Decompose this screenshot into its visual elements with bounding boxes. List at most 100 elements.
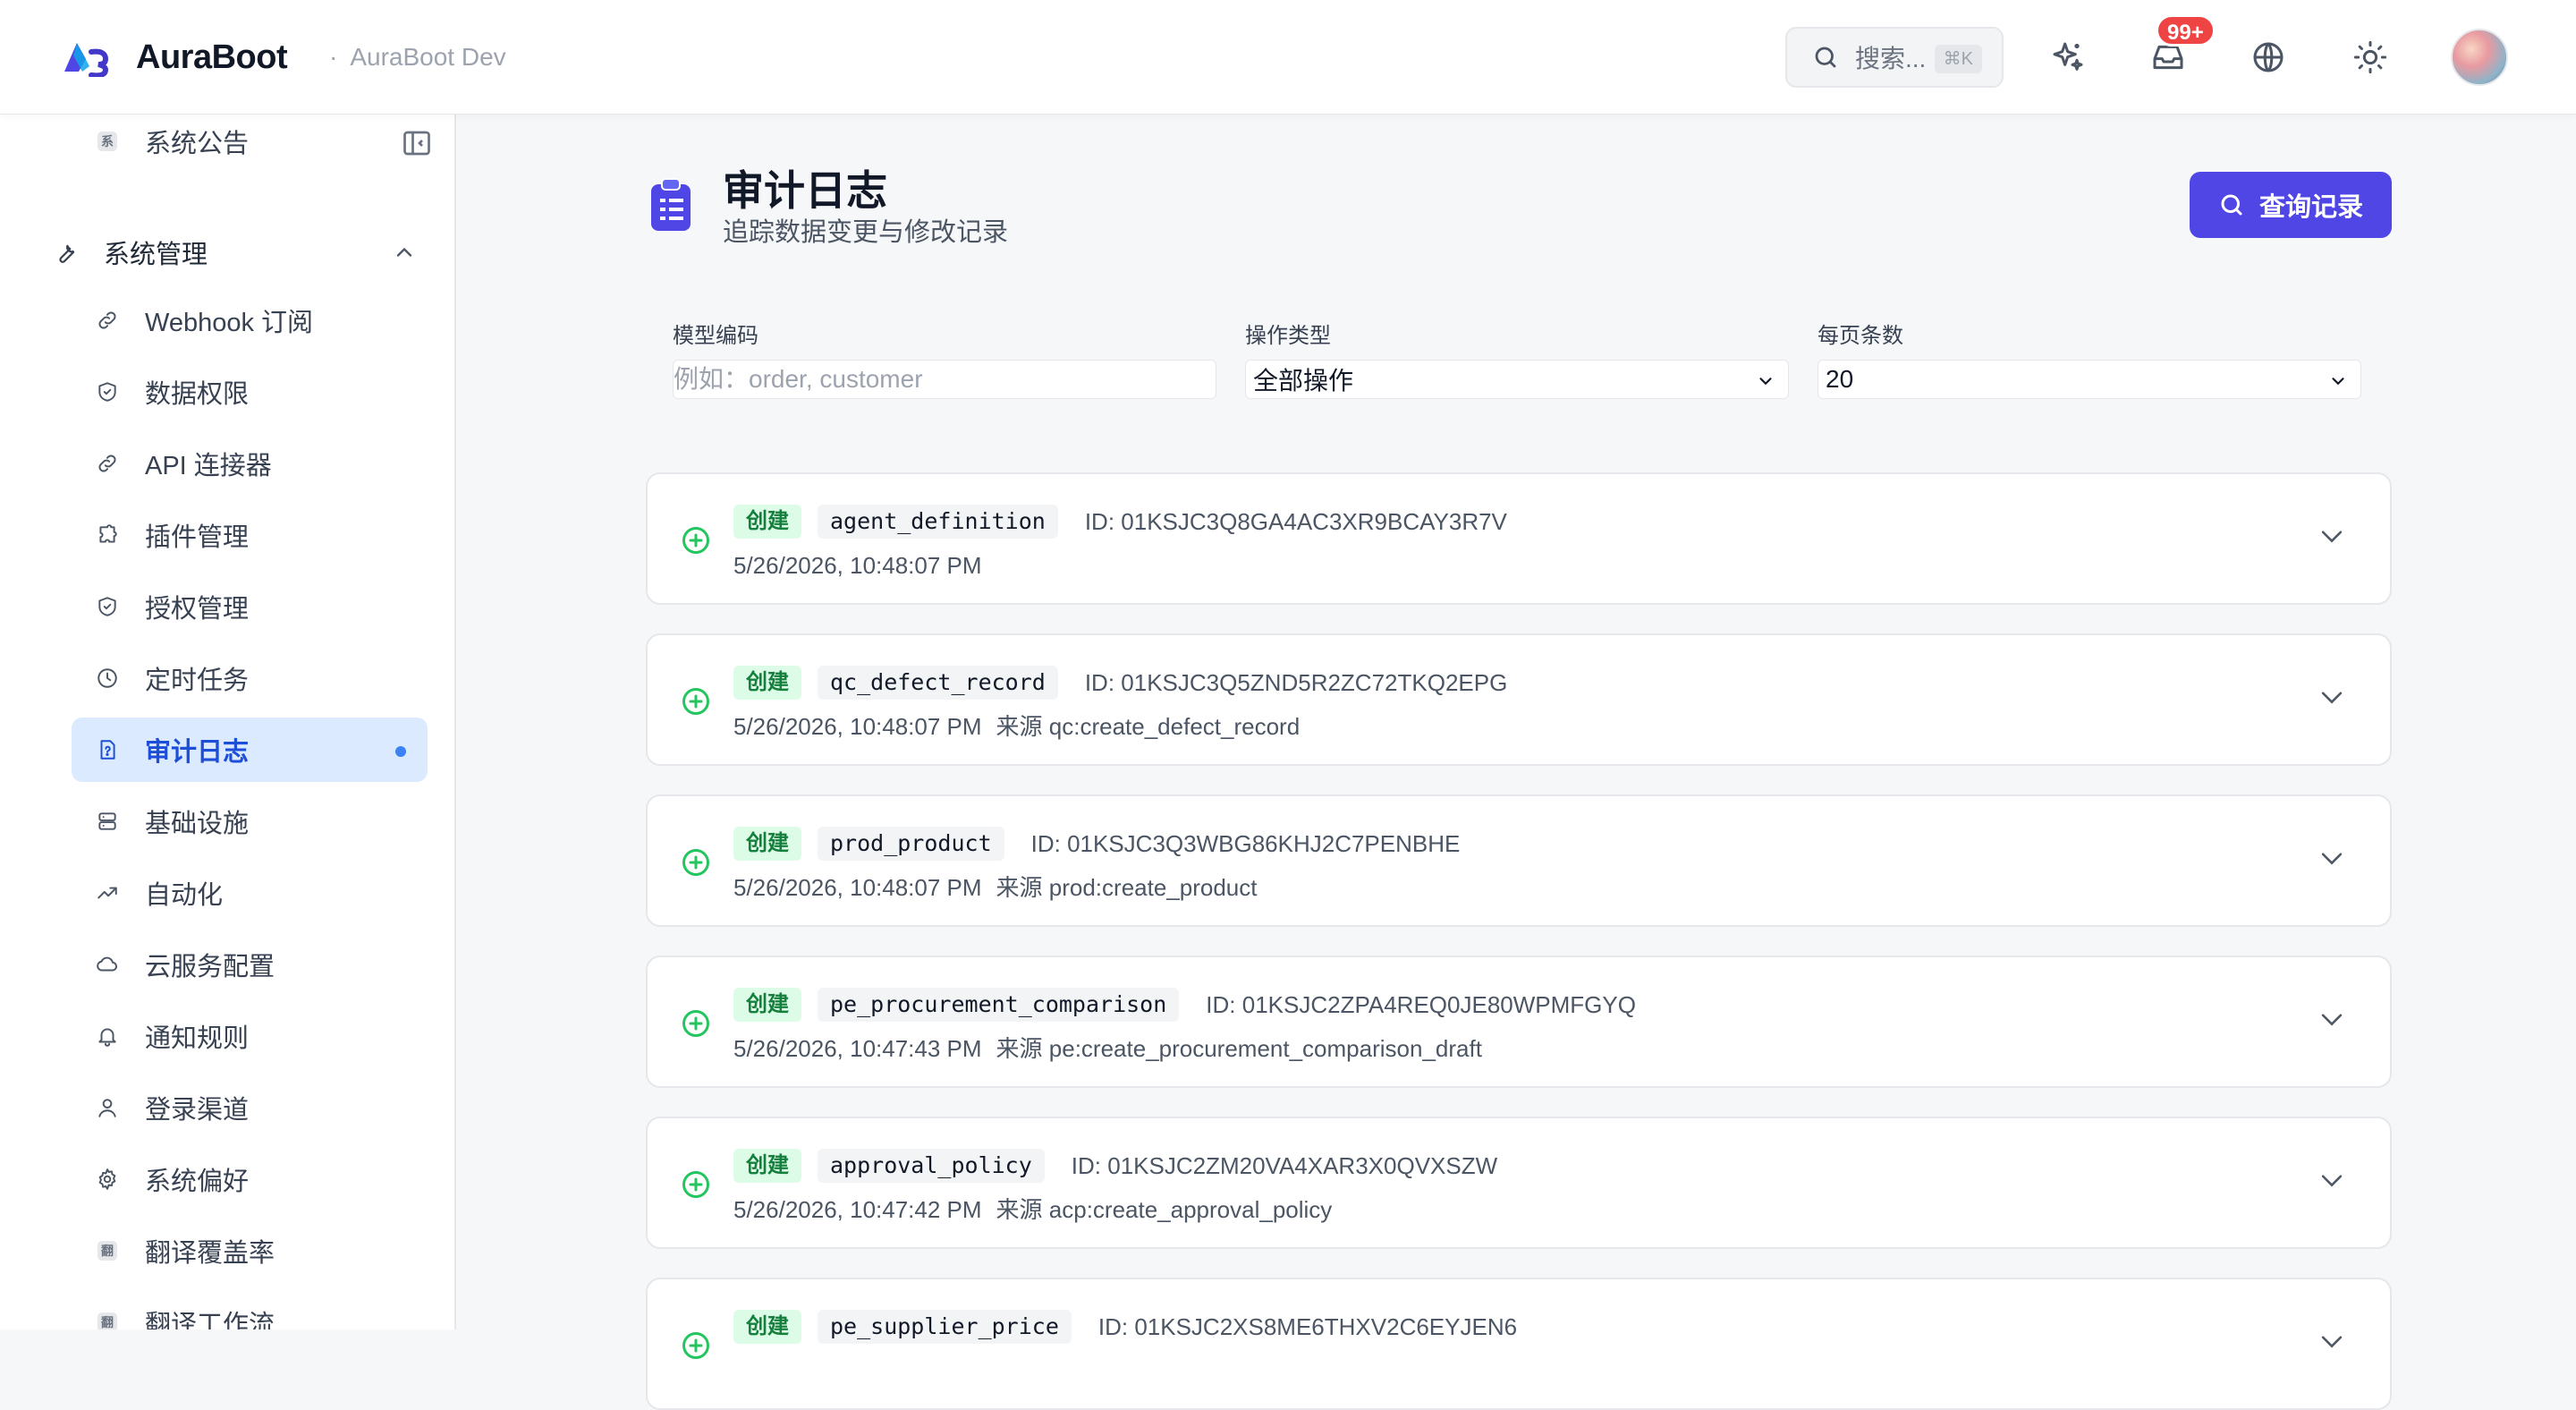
trending-icon: [97, 887, 117, 899]
log-meta-row: 5/26/2026, 10:47:43 PM 来源 pe:create_procu…: [733, 1032, 1482, 1065]
sidebar-item-9[interactable]: 云服务配置: [72, 932, 428, 997]
sidebar-item-10[interactable]: 通知规则: [72, 1004, 428, 1068]
language-button[interactable]: [2247, 36, 2290, 79]
chevron-down-icon[interactable]: [2317, 521, 2347, 551]
model-code-tag: pe_procurement_comparison: [818, 988, 1180, 1022]
model-code-label: 模型编码: [673, 324, 758, 348]
wrench-icon: [59, 244, 75, 263]
query-button-label: 查询记录: [2258, 193, 2363, 222]
sidebar-item-label: 自动化: [145, 881, 224, 910]
log-timestamp: 5/26/2026, 10:48:07 PM: [733, 874, 982, 901]
sidebar-item-label: 系统公告: [145, 130, 250, 158]
log-header-row: 创建 pe_procurement_comparison ID: 01KSJC2ZP…: [733, 986, 1636, 1024]
plus-circle-icon: [682, 527, 709, 554]
model-code-tag: qc_defect_record: [818, 666, 1058, 700]
sidebar-item-12[interactable]: 系统偏好: [72, 1147, 428, 1211]
environment-label: · AuraBoot Dev: [329, 39, 506, 75]
sidebar-item-8[interactable]: 自动化: [72, 861, 428, 925]
chevron-down-icon: [1759, 378, 1772, 386]
search-icon: [1815, 47, 1836, 68]
page-size-select[interactable]: 20: [1818, 360, 2361, 399]
sidebar-item-4[interactable]: 授权管理: [72, 574, 428, 639]
operation-type-select[interactable]: 全部操作: [1245, 360, 1789, 399]
sidebar-item-14[interactable]: 翻 翻译工作流: [72, 1290, 428, 1329]
log-header-row: 创建 pe_supplier_price ID: 01KSJC2XS8ME6THXV…: [733, 1308, 1517, 1346]
log-header-row: 创建 approval_policy ID: 01KSJC2ZM20VA4XAR3X…: [733, 1147, 1497, 1185]
ai-assistant-button[interactable]: [2046, 36, 2089, 79]
sparkles-icon: [2053, 42, 2083, 71]
gear-icon: [98, 1168, 116, 1190]
model-code-tag: approval_policy: [818, 1149, 1045, 1183]
chevron-down-icon[interactable]: [2317, 682, 2347, 712]
search-label: 搜索...: [1855, 45, 1927, 72]
plus-circle-icon: [682, 1171, 709, 1198]
sidebar: 系 系统公告 系统管理 Webhook 订阅数据权限 API 连接器插件管理授权管…: [0, 115, 456, 1329]
model-code-tag: prod_product: [818, 827, 1004, 861]
record-id: ID: 01KSJC2ZM20VA4XAR3X0QVXSZW: [1071, 1151, 1498, 1179]
announcement-tile-icon: 系: [97, 132, 117, 151]
sidebar-item-11[interactable]: 登录渠道: [72, 1075, 428, 1140]
audit-log-card[interactable]: 创建 prod_product ID: 01KSJC3Q3WBG86KHJ2C7PE…: [646, 794, 2392, 927]
sidebar-item-2[interactable]: API 连接器: [72, 431, 428, 496]
model-code-input[interactable]: [674, 361, 1216, 398]
theme-toggle-button[interactable]: [2349, 36, 2392, 79]
log-timestamp: 5/26/2026, 10:47:42 PM: [733, 1196, 982, 1223]
log-timestamp: 5/26/2026, 10:47:43 PM: [733, 1035, 982, 1062]
model-code-field[interactable]: [673, 360, 1216, 399]
record-id: ID: 01KSJC3Q5ZND5R2ZC72TKQ2EPG: [1084, 668, 1508, 696]
sidebar-group-label: 系统管理: [104, 241, 208, 269]
log-meta-row: 5/26/2026, 10:48:07 PM: [733, 549, 996, 582]
log-header-row: 创建 agent_definition ID: 01KSJC3Q8GA4AC3XR9…: [733, 503, 1507, 540]
sidebar-item-13[interactable]: 翻 翻译覆盖率: [72, 1219, 428, 1283]
sun-icon: [2353, 40, 2387, 74]
sidebar-item-1[interactable]: 数据权限: [72, 360, 428, 424]
main-content: 审计日志 追踪数据变更与修改记录 查询记录 模型编码 操作类型 全部操作 每页条…: [458, 115, 2576, 1410]
sidebar-item-label: 登录渠道: [145, 1096, 250, 1125]
plus-circle-icon: [682, 1332, 709, 1359]
auraboot-logo-icon[interactable]: [61, 36, 111, 77]
link-icon: [98, 311, 116, 329]
chevron-up-icon[interactable]: [392, 240, 417, 265]
bell-icon: [98, 1028, 116, 1047]
query-records-button[interactable]: 查询记录: [2190, 172, 2392, 238]
sidebar-item-label: Webhook 订阅: [145, 309, 314, 337]
user-avatar[interactable]: [2451, 29, 2508, 86]
chevron-down-icon[interactable]: [2317, 843, 2347, 873]
audit-log-card[interactable]: 创建 agent_definition ID: 01KSJC3Q8GA4AC3XR9…: [646, 472, 2392, 605]
log-source: 来源 pe:create_procurement_comparison_draf…: [996, 1035, 1482, 1062]
log-timestamp: 5/26/2026, 10:48:07 PM: [733, 713, 982, 740]
sidebar-item-6[interactable]: 审计日志: [72, 718, 428, 782]
chevron-down-icon[interactable]: [2317, 1326, 2347, 1356]
chevron-down-icon[interactable]: [2317, 1165, 2347, 1195]
shield-icon: [98, 382, 116, 402]
page-size-label: 每页条数: [1818, 324, 1903, 348]
audit-log-card[interactable]: 创建 qc_defect_record ID: 01KSJC3Q5ZND5R2ZC7…: [646, 633, 2392, 766]
sidebar-item-label: 插件管理: [145, 523, 250, 552]
sidebar-group-system-admin[interactable]: 系统管理: [36, 220, 429, 285]
audit-log-card[interactable]: 创建 pe_procurement_comparison ID: 01KSJC2ZP…: [646, 956, 2392, 1088]
sidebar-item-label: 基础设施: [145, 810, 250, 838]
cloud-icon: [97, 956, 117, 972]
brand-name[interactable]: AuraBoot: [136, 36, 288, 79]
sidebar-item-7[interactable]: 基础设施: [72, 789, 428, 854]
sidebar-item-0[interactable]: Webhook 订阅: [72, 288, 428, 352]
link-icon: [98, 454, 116, 472]
audit-log-card[interactable]: 创建 approval_policy ID: 01KSJC2ZM20VA4XAR3X…: [646, 1117, 2392, 1249]
env-separator: ·: [329, 43, 338, 71]
model-code-tag: agent_definition: [818, 505, 1058, 539]
search-shortcut: ⌘K: [1934, 45, 1982, 73]
chevron-down-icon[interactable]: [2317, 1004, 2347, 1034]
audit-log-card[interactable]: 创建 pe_supplier_price ID: 01KSJC2XS8ME6THXV…: [646, 1278, 2392, 1410]
page-size-value: 20: [1826, 365, 1854, 393]
log-meta-row: 5/26/2026, 10:47:42 PM 来源 acp:create_appr…: [733, 1193, 1332, 1226]
log-header-row: 创建 qc_defect_record ID: 01KSJC3Q5ZND5R2ZC7…: [733, 664, 1507, 701]
sidebar-item-5[interactable]: 定时任务: [72, 646, 428, 710]
action-badge: 创建: [733, 988, 801, 1022]
page-title: 审计日志: [723, 167, 887, 214]
notification-count-badge: 99+: [2156, 14, 2216, 47]
user-icon: [98, 1099, 116, 1117]
globe-icon: [2253, 42, 2284, 72]
global-search-button[interactable]: 搜索... ⌘K: [1785, 27, 2004, 88]
sidebar-item-announcements[interactable]: 系 系统公告: [72, 115, 428, 174]
sidebar-item-3[interactable]: 插件管理: [72, 503, 428, 567]
